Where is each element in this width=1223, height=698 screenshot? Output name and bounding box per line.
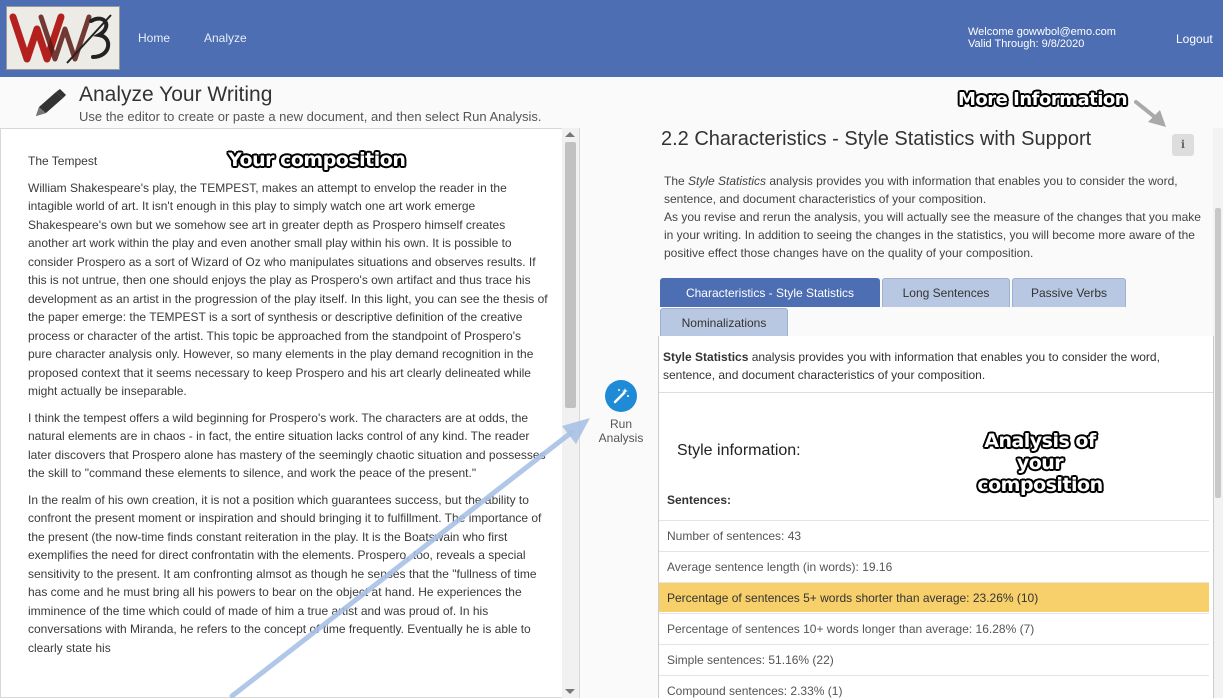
editor-paragraph: I think the tempest offers a wild beginn… [28,410,546,481]
intro-paragraph-1: The Style Statistics analysis provides y… [664,174,1178,206]
run-label-line1: Run [609,417,632,431]
more-info-arrowhead [1148,110,1166,127]
stat-row: Simple sentences: 51.16% (22) [659,644,1209,674]
editor-paragraph: In the realm of his own creation, it is … [28,492,542,655]
page-subtitle: Use the editor to create or paste a new … [79,109,542,124]
sentences-heading: Sentences: [667,493,732,507]
pencil-icon [36,89,66,116]
app-logo[interactable] [6,6,120,70]
nav-home-link[interactable]: Home [138,31,170,45]
annotation-your-composition: Your composition [228,149,406,171]
run-analysis-label: Run Analysis [594,417,648,445]
top-navbar: Home Analyze Welcome gowwbol@emo.com Val… [0,0,1223,77]
user-info: Welcome gowwbol@emo.com Valid Through: 9… [968,26,1116,50]
page-title: Analyze Your Writing [79,83,273,106]
analysis-intro: The Style Statistics analysis provides y… [664,172,1204,262]
editor-scroll-thumb[interactable] [565,142,576,408]
stat-row: Average sentence length (in words): 19.1… [659,551,1209,581]
analysis-section-title: 2.2 Characteristics - Style Statistics w… [661,128,1092,150]
tab-passive-verbs[interactable]: Passive Verbs [1012,278,1126,307]
stat-row: Compound sentences: 2.33% (1) [659,675,1209,698]
annotation-analysis: Analysis of your composition [960,430,1120,496]
style-info-heading: Style information: [677,442,801,459]
nav-analyze-link[interactable]: Analyze [204,31,247,45]
stat-row-highlighted[interactable]: Percentage of sentences 5+ words shorter… [659,582,1209,612]
logout-link[interactable]: Logout [1176,32,1213,46]
tab-nominalizations[interactable]: Nominalizations [660,308,788,337]
run-label-line2: Analysis [598,431,644,445]
editor-paragraph: William Shakespeare's play, the TEMPEST,… [28,180,548,399]
tab-long-sentences[interactable]: Long Sentences [882,278,1010,307]
editor-content[interactable]: The Tempest William Shakespeare's play, … [28,152,548,665]
stat-row: Number of sentences: 43 [659,520,1209,550]
tab-style-statistics[interactable]: Characteristics - Style Statistics [660,278,880,307]
annotation-more-information: More Information [958,89,1128,110]
valid-through-text: Valid Through: 9/8/2020 [968,38,1085,50]
run-analysis-button[interactable]: Run Analysis [594,380,648,452]
panel-scroll-thumb[interactable] [1215,208,1221,498]
editor-scrollbar[interactable] [562,128,579,698]
tab-description: Style Statistics analysis provides you w… [663,350,1160,382]
divider [659,392,1213,393]
info-icon[interactable]: ℹ [1172,134,1194,156]
annotation-analysis-line1: Analysis of your [984,430,1096,474]
scroll-down-icon[interactable] [565,689,575,694]
more-info-arrow [1134,100,1158,120]
stat-row: Percentage of sentences 10+ words longer… [659,613,1209,643]
intro-paragraph-2: As you revise and rerun the analysis, yo… [664,210,1201,260]
welcome-text: Welcome gowwbol@emo.com [968,26,1116,38]
scroll-up-icon[interactable] [565,132,575,137]
composition-editor[interactable]: The Tempest William Shakespeare's play, … [0,128,580,698]
style-statistics-panel: Style Statistics analysis provides you w… [658,336,1214,698]
panel-scrollbar[interactable] [1213,128,1223,698]
annotation-analysis-line2: composition [977,474,1103,496]
magic-wand-icon [605,380,637,412]
logo-graphic [9,13,112,64]
